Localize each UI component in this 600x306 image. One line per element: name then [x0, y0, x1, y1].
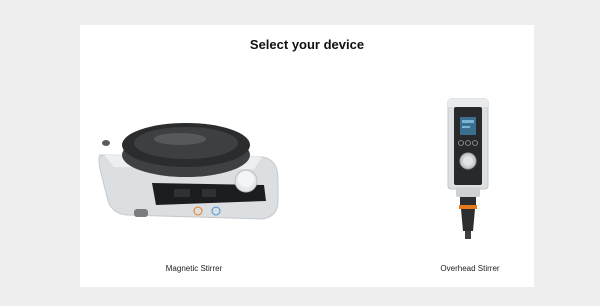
device-selection-dialog: Select your device Magnetic Stirrer Over…	[80, 25, 534, 287]
overhead-stirrer-image	[447, 98, 489, 239]
overhead-stirrer-label: Overhead Stirrer	[440, 264, 500, 273]
magnetic-stirrer-label: Magnetic Stirrer	[165, 264, 223, 273]
dialog-title: Select your device	[249, 37, 365, 52]
magnetic-stirrer-option[interactable]: Magnetic Stirrer	[94, 105, 294, 273]
overhead-stirrer-option[interactable]: Overhead Stirrer	[420, 95, 520, 273]
magnetic-stirrer-image	[98, 123, 279, 220]
